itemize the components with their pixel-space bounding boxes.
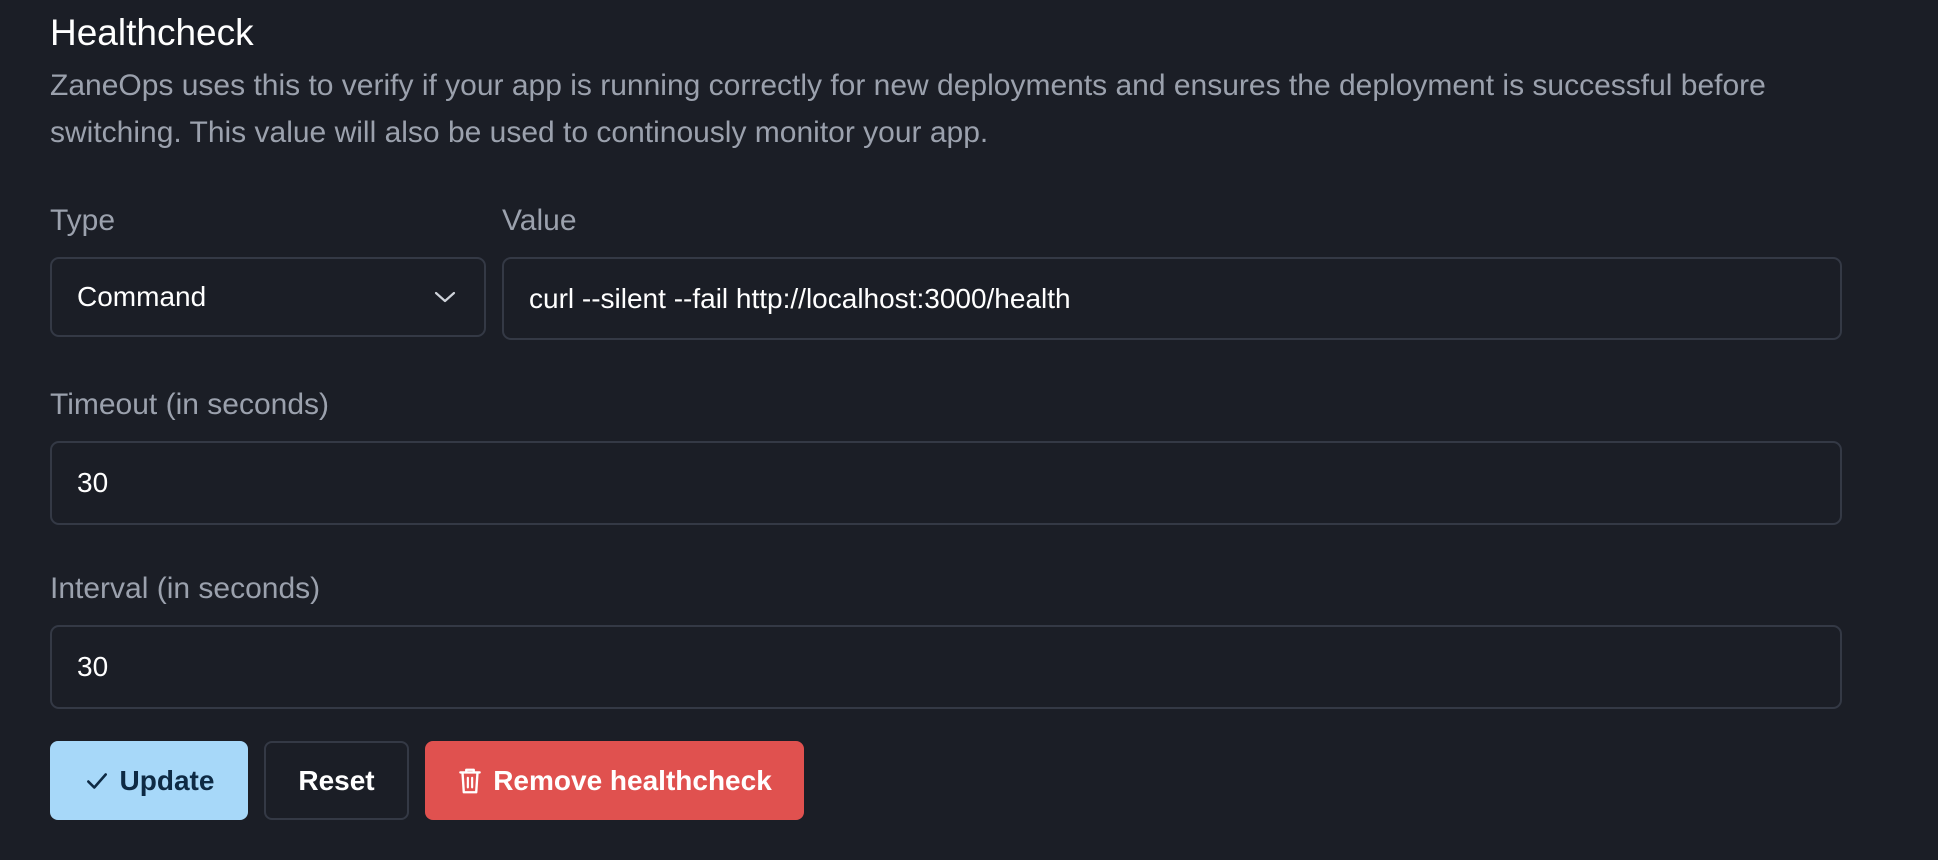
- reset-button[interactable]: Reset: [264, 741, 409, 820]
- chevron-down-icon: [434, 290, 456, 304]
- reset-button-label: Reset: [298, 764, 375, 796]
- remove-button-label: Remove healthcheck: [493, 764, 772, 796]
- type-label: Type: [50, 204, 116, 237]
- section-description: ZaneOps uses this to verify if your app …: [50, 69, 1766, 149]
- timeout-label: Timeout (in seconds): [50, 388, 329, 421]
- update-button-label: Update: [119, 764, 215, 796]
- trash-icon: [457, 766, 483, 796]
- healthcheck-section: Healthcheck ZaneOps uses this to verify …: [0, 0, 1938, 860]
- value-input-text: curl --silent --fail http://localhost:30…: [529, 282, 1071, 314]
- value-label: Value: [502, 204, 577, 237]
- interval-label: Interval (in seconds): [50, 572, 321, 605]
- type-select[interactable]: Command: [50, 257, 486, 337]
- type-selected-value: Command: [77, 281, 207, 312]
- timeout-input[interactable]: 30: [50, 441, 1842, 525]
- section-title: Healthcheck: [50, 12, 254, 53]
- check-icon: [84, 768, 110, 794]
- interval-input[interactable]: 30: [50, 625, 1842, 709]
- update-button[interactable]: Update: [50, 741, 248, 820]
- remove-healthcheck-button[interactable]: Remove healthcheck: [425, 741, 804, 820]
- timeout-input-text: 30: [77, 467, 109, 498]
- interval-input-text: 30: [77, 651, 109, 682]
- value-input[interactable]: curl --silent --fail http://localhost:30…: [502, 257, 1842, 340]
